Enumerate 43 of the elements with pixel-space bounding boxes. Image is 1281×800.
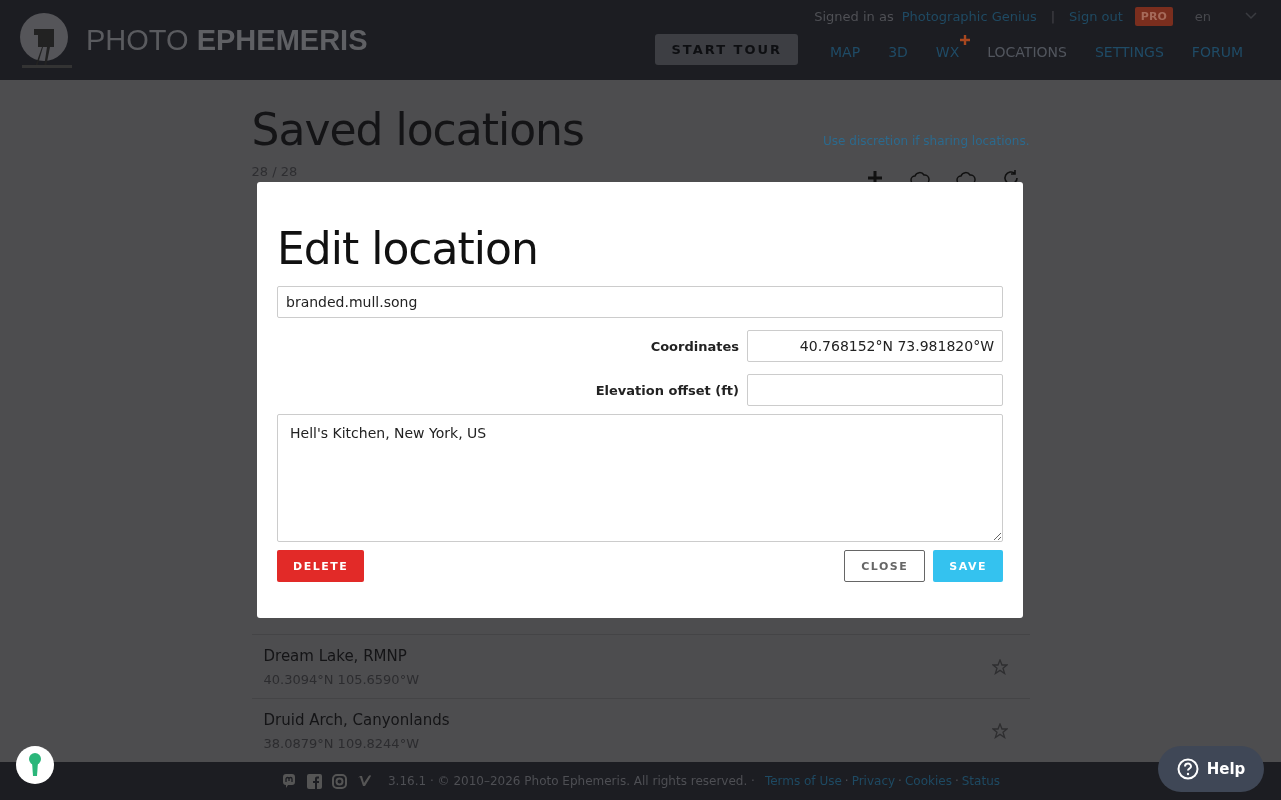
footer-link[interactable]: Status	[961, 774, 1000, 788]
delete-button[interactable]: DELETE	[277, 550, 365, 582]
location-name-field[interactable]: branded.mull.song	[277, 286, 1003, 318]
separator: ·	[844, 774, 849, 788]
facebook-icon[interactable]	[307, 773, 322, 789]
input-field[interactable]: 40.768152°N 73.981820°W	[747, 330, 1003, 362]
nav-tab[interactable]: FORUM	[1177, 34, 1257, 64]
nav-tab[interactable]: 3D	[874, 34, 922, 64]
nav-tab[interactable]: WX	[921, 34, 974, 64]
footer-link[interactable]: Privacy	[851, 774, 896, 788]
star-icon[interactable]	[991, 722, 1008, 739]
discretion-link[interactable]: Use discretion if sharing locations.	[823, 134, 1030, 160]
vimeo-icon[interactable]	[357, 774, 372, 788]
password-manager-button[interactable]	[16, 746, 54, 784]
instagram-icon[interactable]	[332, 773, 347, 789]
page-title: Saved locations	[251, 103, 584, 157]
user-name-link[interactable]: Photographic Genius	[901, 8, 1037, 24]
separator: ·	[898, 774, 902, 788]
question-icon	[1176, 758, 1199, 780]
field-label: Coordinates	[650, 338, 739, 354]
dialog-title: Edit location	[277, 224, 539, 274]
nav-tab[interactable]: MAP	[816, 34, 875, 64]
app-logo-text: PHOTO EPHEMERIS	[86, 23, 368, 57]
separator: ·	[954, 774, 959, 788]
nav-tab[interactable]: LOCATIONS	[973, 34, 1081, 64]
keyhole-icon	[28, 753, 42, 777]
sign-out-link[interactable]: Sign out	[1069, 8, 1123, 24]
close-button[interactable]: CLOSE	[844, 550, 926, 582]
location-name: Dream Lake, RMNP	[263, 646, 408, 665]
save-button[interactable]: SAVE	[933, 550, 1003, 582]
chevron-down-icon	[1245, 12, 1257, 20]
location-name: Druid Arch, Canyonlands	[263, 710, 450, 729]
input-field[interactable]	[747, 374, 1003, 406]
footer-link[interactable]: Terms of Use	[764, 774, 842, 788]
notes-field[interactable]: Hell's Kitchen, New York, US	[277, 414, 1003, 542]
nav-tab[interactable]: SETTINGS	[1080, 34, 1178, 64]
star-icon[interactable]	[991, 658, 1008, 675]
help-button[interactable]: Help	[1158, 746, 1264, 792]
footer-link[interactable]: Cookies	[904, 774, 952, 788]
mastodon-icon[interactable]	[281, 773, 297, 789]
field-label: Elevation offset (ft)	[595, 382, 739, 398]
pro-badge: PRO	[1134, 6, 1173, 26]
separator: |	[1050, 8, 1056, 24]
